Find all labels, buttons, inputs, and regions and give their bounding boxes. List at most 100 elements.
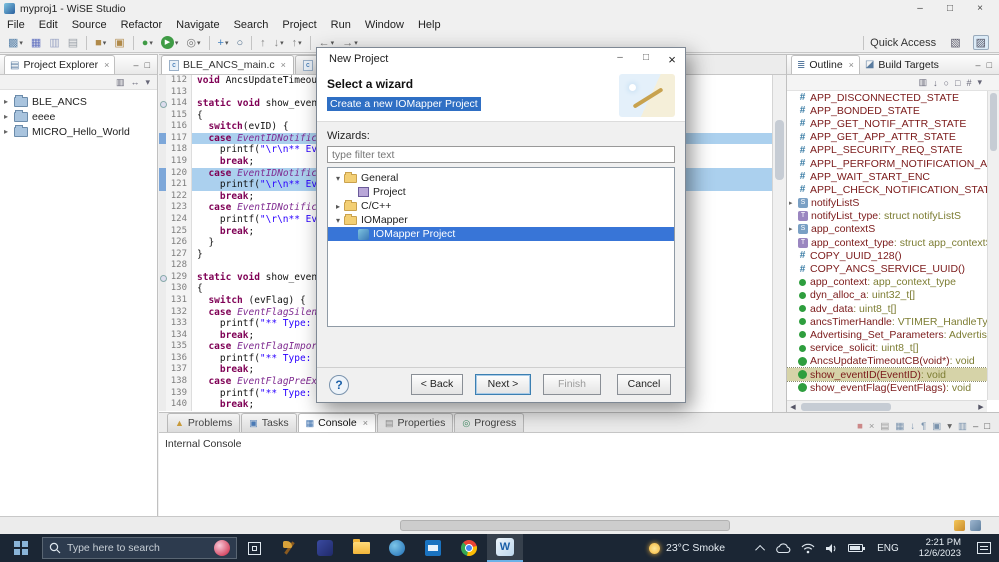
taskbar-app-pinned-app-axe[interactable] <box>271 534 307 562</box>
expander-icon[interactable]: ▸ <box>4 127 14 136</box>
open-console-icon[interactable]: ▥ <box>958 421 967 432</box>
outline-item[interactable]: # APPL_PERFORM_NOTIFICATION_ACTION <box>787 157 987 170</box>
sort-icon[interactable]: ↓ <box>933 78 938 88</box>
new-wizard-icon[interactable]: ▩ ▾ <box>5 34 26 52</box>
outline-item[interactable]: # APP_GET_NOTIF_ATTR_STATE <box>787 117 987 130</box>
help-button[interactable]: ? <box>329 375 349 395</box>
outline-item[interactable]: AncsUpdateTimeoutCB(void*) : void <box>787 355 987 368</box>
next-button[interactable]: Next > <box>475 374 531 395</box>
maximize-button[interactable]: □ <box>935 3 965 14</box>
search-icon[interactable]: ○ <box>233 34 246 52</box>
scroll-right-icon[interactable]: ▶ <box>975 403 987 411</box>
minimize-button[interactable]: – <box>905 3 935 14</box>
collapse-all-icon[interactable]: ▥ <box>919 77 928 88</box>
annotation-gutter[interactable] <box>159 364 166 377</box>
project-item-micro_hello_world[interactable]: ▸ MICRO_Hello_World <box>0 124 157 139</box>
menu-navigate[interactable]: Navigate <box>169 17 226 33</box>
hide-macros-icon[interactable]: # <box>966 78 971 88</box>
taskbar-app-pinned-app-dark[interactable] <box>307 534 343 562</box>
wizard-filter-input[interactable] <box>327 146 675 163</box>
language-indicator[interactable]: ENG <box>873 543 903 554</box>
outline-item[interactable]: app_context : app_context_type <box>787 276 987 289</box>
tab-build-targets[interactable]: ◪ Build Targets <box>860 55 944 74</box>
taskbar-search[interactable]: Type here to search <box>42 537 237 559</box>
close-icon[interactable]: × <box>104 60 109 70</box>
annotation-gutter[interactable] <box>159 376 166 388</box>
build-all-icon[interactable]: ▣ <box>111 34 127 52</box>
outline-item[interactable]: adv_data : uint8_t[] <box>787 302 987 315</box>
dropdown-caret-icon[interactable]: ▾ <box>225 39 229 47</box>
annotation-gutter[interactable] <box>159 86 166 99</box>
annotation-gutter[interactable] <box>159 156 166 168</box>
maximize-panel-icon[interactable]: □ <box>145 60 150 70</box>
horizontal-scrollbar-thumb[interactable] <box>400 520 730 531</box>
word-wrap-icon[interactable]: ¶ <box>921 421 926 432</box>
menu-search[interactable]: Search <box>227 17 276 33</box>
debug-icon[interactable]: ● ▾ <box>139 34 156 52</box>
outline-item[interactable]: show_eventFlag(EventFlags) : void <box>787 381 987 394</box>
taskbar-app-edge-browser[interactable] <box>379 534 415 562</box>
back-button[interactable]: < Back <box>411 374 463 395</box>
expander-icon[interactable]: ▸ <box>789 199 798 207</box>
clear-console-icon[interactable]: ▦ <box>895 421 904 432</box>
annotation-gutter[interactable] <box>159 329 166 342</box>
outline-item[interactable]: Advertising_Set_Parameters : Advertisin <box>787 328 987 341</box>
outline-item[interactable]: # APP_WAIT_START_ENC <box>787 170 987 183</box>
menu-file[interactable]: File <box>0 17 32 33</box>
outline-item[interactable]: ▸ SnotifyListS <box>787 197 987 210</box>
scroll-lock-icon[interactable]: ↓ <box>910 421 915 432</box>
annotation-gutter[interactable] <box>159 98 167 110</box>
maximize-panel-icon[interactable]: □ <box>984 421 990 432</box>
remove-launch-icon[interactable]: × <box>869 421 875 432</box>
annotation-gutter[interactable] <box>159 306 166 319</box>
finish-button[interactable]: Finish <box>543 374 601 395</box>
dropdown-caret-icon[interactable]: ▾ <box>331 39 335 47</box>
maximize-panel-icon[interactable]: □ <box>987 60 992 70</box>
outline-item[interactable]: # APPL_CHECK_NOTIFICATION_STATE <box>787 183 987 196</box>
annotation-gutter[interactable] <box>159 225 166 238</box>
outline-item[interactable]: service_solicit : uint8_t[] <box>787 342 987 355</box>
volume-icon[interactable] <box>825 543 838 554</box>
cloud-icon[interactable] <box>775 542 791 554</box>
task-view-button[interactable] <box>237 534 271 562</box>
annotation-gutter[interactable] <box>159 294 166 307</box>
view-menu-icon[interactable]: ▾ <box>145 77 150 88</box>
prev-annotation-icon[interactable]: ↑ ▾ <box>289 34 305 52</box>
terminate-icon[interactable]: ■ <box>857 421 863 432</box>
wifi-icon[interactable] <box>801 543 815 554</box>
outline-item[interactable]: # APPL_SECURITY_REQ_STATE <box>787 144 987 157</box>
outline-item[interactable]: # APP_DISCONNECTED_STATE <box>787 91 987 104</box>
annotation-gutter[interactable] <box>159 318 166 330</box>
open-perspective-icon[interactable]: ▧ <box>950 36 960 49</box>
project-item-ble_ancs[interactable]: ▸ BLE_ANCS <box>0 94 157 109</box>
close-icon[interactable]: × <box>849 60 854 70</box>
annotation-gutter[interactable] <box>159 75 166 87</box>
outline-horizontal-scrollbar[interactable]: ◀ ▶ <box>787 400 987 412</box>
status-tray-icon-2[interactable] <box>970 520 981 531</box>
wizard-tree-item-project[interactable]: Project <box>328 185 674 199</box>
tab-project-explorer[interactable]: ▤ Project Explorer × <box>4 55 116 74</box>
wizard-tree-item-iomapper[interactable]: ▾ IOMapper <box>328 213 674 227</box>
annotation-gutter[interactable] <box>159 271 167 284</box>
status-tray-icon[interactable] <box>954 520 965 531</box>
dialog-minimize-button[interactable]: – <box>607 52 633 67</box>
dropdown-caret-icon[interactable]: ▾ <box>103 39 107 47</box>
pin-console-icon[interactable]: ▣ <box>932 421 941 432</box>
menu-refactor[interactable]: Refactor <box>114 17 170 33</box>
expander-icon[interactable]: ▾ <box>332 174 344 183</box>
tab-console[interactable]: ▦ Console × <box>297 413 376 432</box>
taskbar-app-file-explorer[interactable] <box>343 534 379 562</box>
save-icon[interactable]: ▦ <box>28 34 44 52</box>
project-item-eeee[interactable]: ▸ eeee <box>0 109 157 124</box>
dropdown-caret-icon[interactable]: ▾ <box>298 39 302 47</box>
outline-item[interactable]: ancsTimerHandle : VTIMER_HandleType <box>787 315 987 328</box>
annotation-gutter[interactable] <box>159 190 166 203</box>
scrollbar-thumb[interactable] <box>990 93 997 151</box>
tab-problems[interactable]: ▲ Problems <box>167 413 241 432</box>
expander-icon[interactable]: ▾ <box>332 216 344 225</box>
search-highlights-icon[interactable] <box>214 540 230 556</box>
outline-item[interactable]: ▸ Sapp_contextS <box>787 223 987 236</box>
print-icon[interactable]: ▤ <box>65 34 81 52</box>
action-center-icon[interactable] <box>977 542 991 554</box>
minimize-panel-icon[interactable]: – <box>134 60 139 70</box>
